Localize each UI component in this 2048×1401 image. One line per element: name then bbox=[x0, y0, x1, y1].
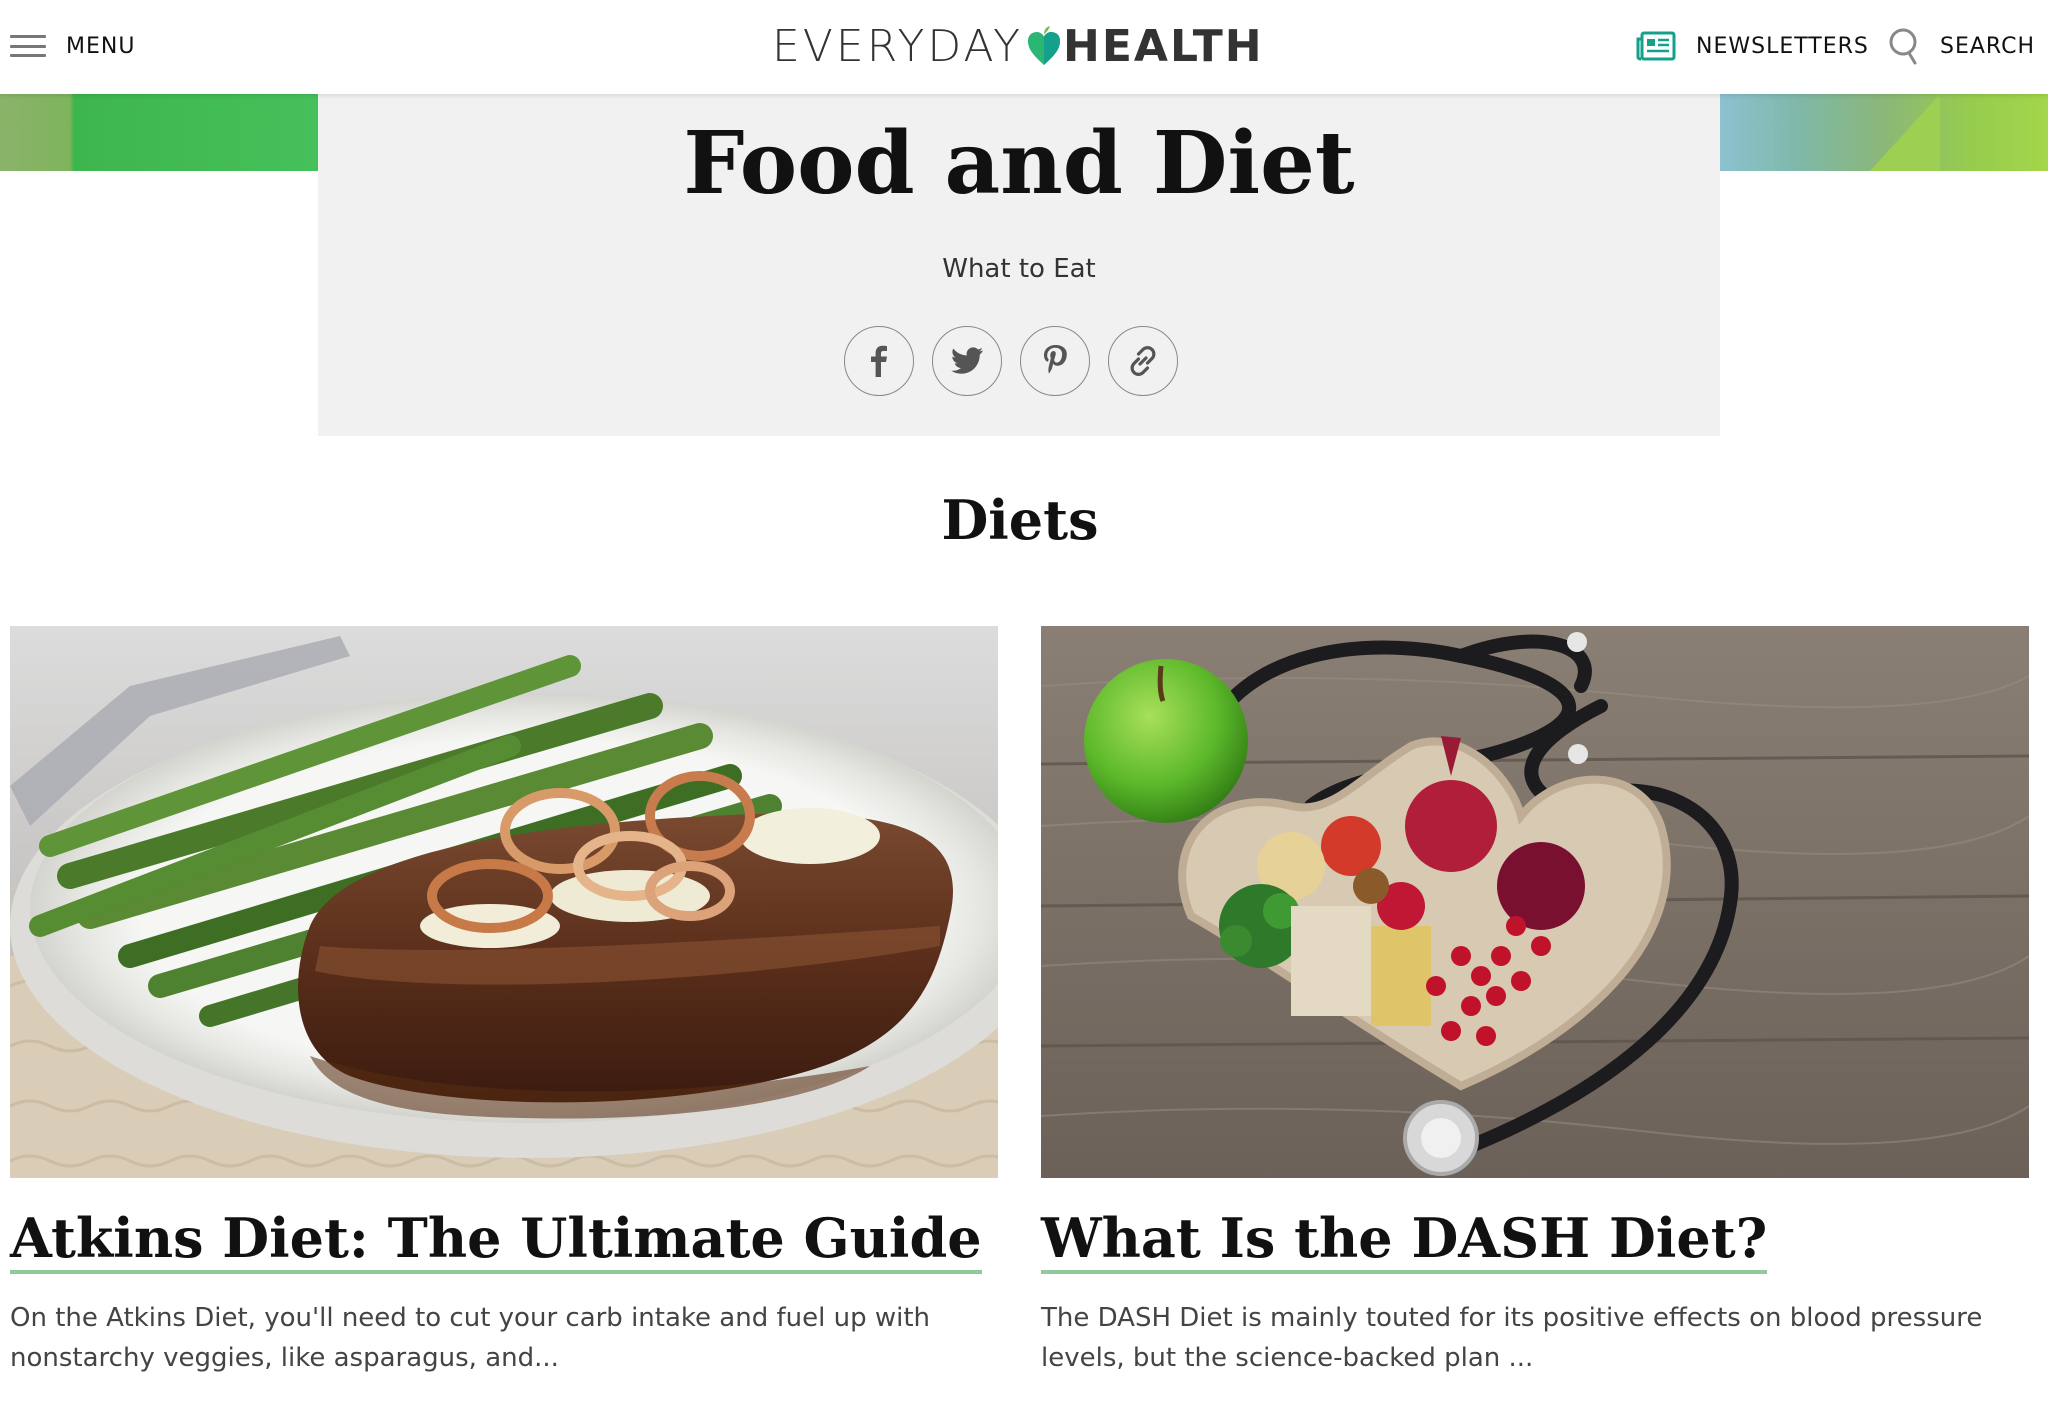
heart-logo-icon bbox=[1028, 26, 1061, 65]
top-navigation-bar: MENU EVERYDAY HEALTH NEWSLETTERS SEARCH bbox=[0, 0, 2048, 94]
page-subtitle: What to Eat bbox=[942, 254, 1096, 284]
search-icon bbox=[1889, 28, 1917, 65]
article-card[interactable]: What Is the DASH Diet? The DASH Diet is … bbox=[1041, 626, 2029, 1378]
pinterest-icon bbox=[1044, 345, 1067, 374]
hero-panel: Food and Diet What to Eat bbox=[318, 94, 1720, 436]
hamburger-icon bbox=[10, 35, 46, 57]
newsletter-icon bbox=[1636, 31, 1676, 61]
twitter-icon bbox=[951, 347, 983, 374]
article-description: On the Atkins Diet, you'll need to cut y… bbox=[10, 1303, 931, 1373]
logo-health-text: HEALTH bbox=[1063, 20, 1264, 72]
article-description: The DASH Diet is mainly touted for its p… bbox=[1041, 1303, 1983, 1373]
share-pinterest-button[interactable] bbox=[1020, 326, 1090, 396]
site-logo[interactable]: EVERYDAY HEALTH bbox=[772, 18, 1264, 74]
share-facebook-button[interactable] bbox=[844, 326, 914, 396]
facebook-icon bbox=[871, 345, 887, 377]
copy-link-button[interactable] bbox=[1108, 326, 1178, 396]
share-buttons bbox=[844, 326, 1178, 396]
article-title-link[interactable]: What Is the DASH Diet? bbox=[1041, 1206, 1768, 1274]
search-button[interactable]: SEARCH bbox=[1888, 26, 2035, 66]
section-title: Diets bbox=[941, 488, 1099, 552]
newsletters-link[interactable]: NEWSLETTERS bbox=[1636, 28, 1869, 64]
article-card[interactable]: Atkins Diet: The Ultimate Guide On the A… bbox=[10, 626, 998, 1378]
menu-label: MENU bbox=[66, 33, 136, 59]
article-image-steak[interactable] bbox=[10, 626, 998, 1178]
search-label: SEARCH bbox=[1940, 33, 2036, 59]
newsletters-label: NEWSLETTERS bbox=[1696, 33, 1869, 59]
link-icon bbox=[1130, 346, 1156, 376]
decorative-banner-left bbox=[0, 94, 318, 171]
share-twitter-button[interactable] bbox=[932, 326, 1002, 396]
menu-button[interactable]: MENU bbox=[10, 28, 135, 64]
logo-everyday-text: EVERYDAY bbox=[772, 20, 1024, 72]
page-title: Food and Diet bbox=[683, 113, 1355, 214]
article-image-heart-bowl[interactable] bbox=[1041, 626, 2029, 1178]
article-title-link[interactable]: Atkins Diet: The Ultimate Guide bbox=[10, 1206, 982, 1274]
decorative-banner-right bbox=[1720, 94, 2048, 171]
